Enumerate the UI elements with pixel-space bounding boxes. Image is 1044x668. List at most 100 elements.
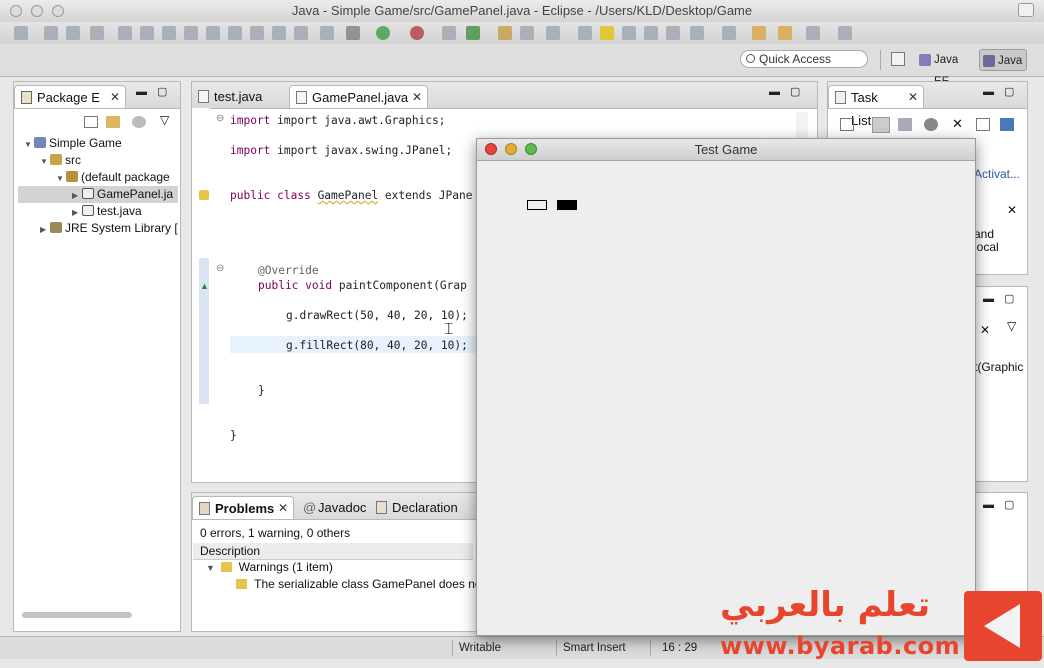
open-type-icon[interactable] (498, 26, 512, 40)
tab-problems[interactable]: Problems ✕ (192, 496, 294, 519)
save-icon[interactable] (44, 26, 58, 40)
categorized-icon[interactable] (872, 117, 890, 133)
tab-javadoc[interactable]: @ Javadoc (296, 496, 368, 519)
show-whitespace-icon[interactable] (622, 26, 636, 40)
close-icon[interactable]: ✕ (110, 86, 120, 109)
toggle-5-icon[interactable] (206, 26, 220, 40)
minimize-icon[interactable]: ▬ (983, 293, 994, 305)
code-line[interactable]: import import javax.swing.JPanel; (230, 144, 452, 157)
run-icon[interactable] (376, 26, 390, 40)
override-icon[interactable]: ▲ (200, 281, 209, 291)
toggle-icon[interactable] (118, 26, 132, 40)
fold-icon[interactable]: ⊖ (216, 263, 224, 274)
hide-fields-icon[interactable]: ✕ (980, 323, 990, 337)
collapse-icon[interactable] (976, 118, 990, 131)
maximize-icon[interactable]: ▢ (157, 85, 167, 98)
close-icon[interactable]: ✕ (908, 86, 918, 109)
close-icon[interactable]: ✕ (412, 86, 422, 109)
minimize-icon[interactable]: ▬ (983, 86, 994, 98)
paragraph-icon[interactable] (666, 26, 680, 40)
new-package-icon[interactable] (466, 26, 480, 40)
tree-item-default-package[interactable]: ▼ (default package (56, 169, 170, 186)
toggle-2-icon[interactable] (140, 26, 154, 40)
perspective-java-ee[interactable]: Java EE (916, 49, 976, 88)
code-line[interactable]: } (230, 429, 237, 442)
tab-declaration[interactable]: Declaration (370, 496, 470, 519)
outline-item[interactable]: t(Graphic (974, 360, 1023, 374)
collapse-all-icon[interactable] (84, 116, 98, 128)
synchronize-icon[interactable] (1000, 118, 1014, 131)
new-java-project-icon[interactable] (442, 26, 456, 40)
focus-icon[interactable] (132, 116, 146, 128)
toggle-6-icon[interactable] (228, 26, 242, 40)
maximize-icon[interactable]: ▢ (1004, 498, 1014, 511)
tab-gamepanel-java[interactable]: GamePanel.java ✕ (289, 85, 428, 108)
forward-icon[interactable] (778, 26, 792, 40)
settings-icon[interactable] (346, 26, 360, 40)
annotation-icon[interactable] (578, 26, 592, 40)
tab-package-explorer[interactable]: Package E ✕ (14, 85, 126, 108)
view-menu-icon[interactable]: ▽ (1007, 319, 1016, 333)
toggle-8-icon[interactable] (272, 26, 286, 40)
game-title-bar[interactable]: Test Game (477, 139, 975, 161)
highlight-icon[interactable] (600, 26, 614, 40)
code-line[interactable]: public void paintComponent(Grap (258, 279, 467, 292)
toggle-4-icon[interactable] (184, 26, 198, 40)
tree-item-jre[interactable]: ▶ JRE System Library [ (40, 220, 178, 237)
warning-icon[interactable] (199, 190, 209, 200)
link-with-editor-icon[interactable] (106, 116, 120, 128)
maximize-icon[interactable]: ▢ (1004, 85, 1014, 98)
maximize-icon[interactable]: ▢ (790, 85, 800, 98)
quick-access-input[interactable]: Quick Access (740, 50, 868, 68)
scheduled-icon[interactable] (898, 118, 912, 131)
next-annotation-icon[interactable] (690, 26, 704, 40)
horizontal-scrollbar[interactable] (22, 612, 132, 618)
minimize-icon[interactable]: ▬ (769, 86, 780, 98)
block-selection-icon[interactable] (644, 26, 658, 40)
print-icon[interactable] (90, 26, 104, 40)
focus-icon[interactable] (924, 118, 938, 131)
open-perspective-icon[interactable] (891, 52, 905, 66)
nav-icon[interactable] (806, 26, 820, 40)
warning-row[interactable]: The serializable class GamePanel does no… (236, 577, 485, 591)
new-task-icon[interactable] (840, 118, 854, 131)
close-icon[interactable]: ✕ (1007, 203, 1017, 217)
toggle-7-icon[interactable] (250, 26, 264, 40)
warnings-group-row[interactable]: ▼ Warnings (1 item) (206, 560, 333, 574)
code-line[interactable]: import import java.awt.Graphics; (230, 114, 446, 127)
save-all-icon[interactable] (66, 26, 80, 40)
minimize-icon[interactable]: ▬ (983, 499, 994, 511)
maximize-icon[interactable]: ▢ (1004, 292, 1014, 305)
toggle-9-icon[interactable] (294, 26, 308, 40)
tree-item-src[interactable]: ▼ src (40, 152, 81, 169)
column-header-description[interactable]: Description (200, 544, 260, 558)
back-icon[interactable] (752, 26, 766, 40)
fold-icon[interactable]: ⊖ (216, 113, 224, 124)
code-line[interactable]: @Override (258, 264, 319, 277)
tree-item-test-java[interactable]: ▶ test.java (72, 203, 142, 220)
pin-icon[interactable] (838, 26, 852, 40)
tree-item-project[interactable]: ▼ Simple Game (24, 135, 122, 152)
tab-test-java[interactable]: test.java (192, 85, 284, 108)
open-task-icon[interactable] (520, 26, 534, 40)
external-tools-icon[interactable] (410, 26, 424, 40)
minimize-icon[interactable]: ▬ (136, 86, 147, 98)
hide-completed-icon[interactable]: ✕ (952, 116, 963, 132)
skip-breakpoints-icon[interactable] (320, 26, 334, 40)
code-line[interactable]: g.fillRect(80, 40, 20, 10); (286, 339, 468, 352)
perspective-java[interactable]: Java (979, 49, 1027, 71)
activate-link[interactable]: Activat... (974, 167, 1020, 181)
tab-task-list[interactable]: Task List ✕ (828, 85, 924, 128)
new-icon[interactable] (14, 26, 28, 40)
close-icon[interactable]: ✕ (278, 497, 288, 520)
fullscreen-icon[interactable] (1018, 3, 1034, 17)
tree-item-gamepanel[interactable]: ▶ GamePanel.ja (72, 186, 173, 203)
toolbar-divider (880, 50, 881, 70)
code-line[interactable]: public class GamePanel extends JPane (230, 189, 472, 202)
code-line[interactable]: } (258, 384, 265, 397)
search-icon[interactable] (546, 26, 560, 40)
code-line[interactable]: g.drawRect(50, 40, 20, 10); (286, 309, 468, 322)
view-menu-icon[interactable]: ▽ (160, 113, 169, 127)
prev-annotation-icon[interactable] (722, 26, 736, 40)
toggle-3-icon[interactable] (162, 26, 176, 40)
